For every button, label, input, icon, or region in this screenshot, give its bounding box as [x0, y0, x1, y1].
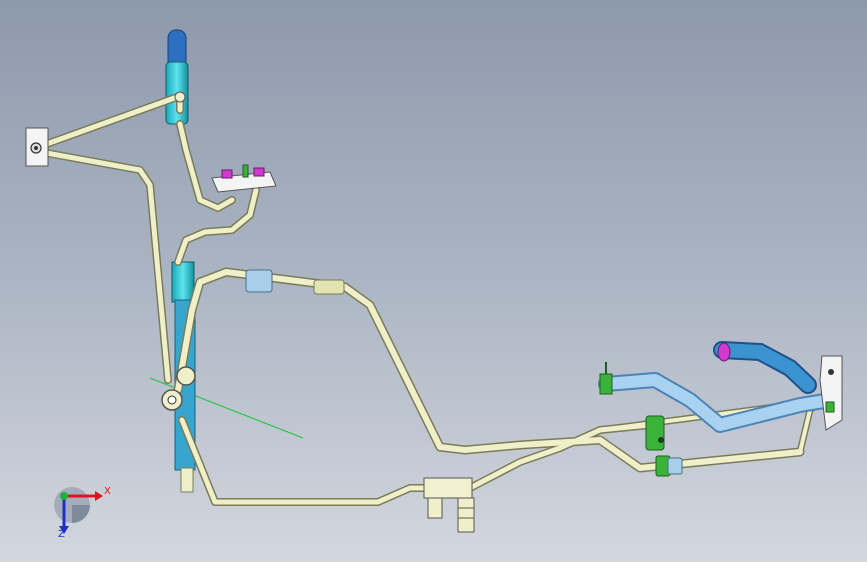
right-coolant-hose-assembly[interactable] — [598, 341, 838, 433]
lower-valve-block[interactable] — [423, 477, 475, 533]
upper-connector-bracket[interactable] — [211, 164, 277, 193]
pipe-assembly-model[interactable] — [0, 0, 867, 562]
tube-sleeve-clip[interactable] — [313, 279, 345, 295]
hose-end-clip[interactable] — [599, 373, 613, 395]
triad-z-label: Z — [58, 529, 65, 540]
tube-sleeve-clip[interactable] — [245, 269, 273, 293]
hose-end-connector[interactable] — [717, 342, 731, 362]
triad-x-label: X — [104, 486, 111, 497]
right-mounting-bracket[interactable] — [819, 355, 843, 431]
cad-3d-viewport[interactable]: X Z — [0, 0, 867, 562]
left-mounting-bracket[interactable] — [25, 127, 49, 167]
main-brake-line-outline — [26, 92, 834, 506]
view-orientation-triad-icon — [54, 487, 103, 534]
main-brake-line[interactable] — [27, 93, 832, 505]
